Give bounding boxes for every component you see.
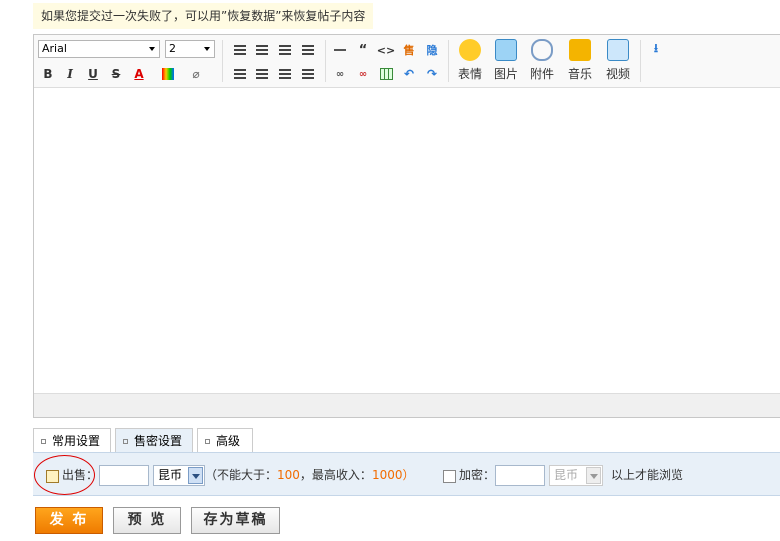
table-button[interactable]	[378, 66, 394, 82]
encrypt-checkbox[interactable]	[443, 470, 456, 483]
font-color-button[interactable]: A	[131, 66, 147, 82]
bullet-icon	[123, 439, 128, 444]
strikethrough-button[interactable]: S	[108, 66, 124, 82]
video-label: 视频	[605, 67, 630, 81]
emoji-label: 表情	[457, 67, 482, 81]
ordered-list-icon	[234, 69, 246, 79]
highlight-circle	[34, 455, 95, 495]
redo-button[interactable]: ↷	[424, 66, 440, 82]
align-left-button[interactable]	[232, 42, 248, 58]
palette-icon	[162, 68, 174, 80]
image-label: 图片	[493, 67, 518, 81]
unlink-button[interactable]: ∞	[355, 66, 371, 82]
video-button[interactable]: 视频	[602, 39, 634, 83]
sell-limit-hint: （不能大于：100，最高收入：1000）	[205, 467, 415, 483]
editor-content-area[interactable]	[34, 89, 780, 393]
align-right-icon	[279, 45, 291, 55]
tab-label: 常用设置	[52, 434, 101, 448]
toolbar-divider	[640, 40, 641, 82]
free-content-button[interactable]: 售	[401, 42, 417, 58]
align-center-icon	[256, 45, 268, 55]
restore-notice: 如果您提交过一次失败了，可以用”恢复数据”来恢复帖子内容	[33, 3, 374, 29]
save-draft-button[interactable]: 存为草稿	[191, 507, 280, 534]
chevron-down-icon	[204, 47, 210, 51]
toolbar-divider	[325, 40, 326, 82]
bullet-icon	[41, 439, 46, 444]
toolbar-divider	[222, 40, 223, 82]
tab-common-settings[interactable]: 常用设置	[33, 428, 111, 453]
editor-toolbar: Arial 2 B I U S A ⌀ “ <> 售 隐 ∞ ∞ ↶ ↷ 表情 …	[34, 35, 780, 88]
paperclip-icon	[531, 39, 553, 61]
encrypt-label: 加密：	[459, 468, 496, 482]
download-button[interactable]: ⭳	[648, 41, 664, 57]
hint-prefix: （不能大于：	[205, 468, 278, 482]
image-button[interactable]: 图片	[490, 39, 522, 83]
encrypt-hint: 以上才能浏览	[611, 468, 684, 482]
chevron-down-icon	[149, 47, 155, 51]
encrypt-amount-input[interactable]	[495, 465, 545, 486]
indent-button[interactable]	[277, 66, 293, 82]
align-center-button[interactable]	[254, 42, 270, 58]
bullet-icon	[205, 439, 210, 444]
max-price-value: 100	[277, 468, 300, 482]
encrypt-currency-value: 昆币	[554, 468, 579, 482]
rich-text-editor: Arial 2 B I U S A ⌀ “ <> 售 隐 ∞ ∞ ↶ ↷ 表情 …	[33, 34, 780, 418]
video-icon	[607, 39, 629, 61]
hide-content-button[interactable]: 隐	[424, 42, 440, 58]
clear-format-button[interactable]: ⌀	[188, 66, 204, 82]
attachment-label: 附件	[529, 67, 554, 81]
outdent-button[interactable]	[300, 66, 316, 82]
music-label: 音乐	[567, 67, 592, 81]
font-size-select[interactable]: 2	[165, 40, 215, 58]
outdent-icon	[302, 69, 314, 79]
music-button[interactable]: 音乐	[564, 39, 596, 83]
emoji-button[interactable]: 表情	[454, 39, 486, 83]
sell-currency-select[interactable]: 昆币	[153, 465, 205, 486]
music-note-icon	[569, 39, 591, 61]
preview-button[interactable]: 预 览	[113, 507, 181, 534]
chevron-down-icon	[586, 467, 601, 484]
tab-sell-encrypt-settings[interactable]: 售密设置	[115, 428, 193, 453]
tab-advanced[interactable]: 高级	[197, 428, 253, 453]
max-income-value: 1000	[371, 468, 403, 482]
horizontal-rule-icon	[334, 49, 346, 51]
table-icon	[379, 68, 393, 80]
font-family-select[interactable]: Arial	[38, 40, 160, 58]
smiley-icon	[459, 39, 481, 61]
italic-button[interactable]: I	[62, 66, 78, 82]
chevron-down-icon	[188, 467, 203, 484]
unordered-list-button[interactable]	[254, 66, 270, 82]
bold-button[interactable]: B	[40, 66, 56, 82]
tab-label: 售密设置	[134, 434, 183, 448]
sell-settings-panel: 出售： 昆币 （不能大于：100，最高收入：1000） 加密： 昆币 以上才能浏…	[33, 452, 780, 496]
underline-button[interactable]: U	[85, 66, 101, 82]
indent-icon	[279, 69, 291, 79]
align-right-button[interactable]	[277, 42, 293, 58]
tab-label: 高级	[216, 434, 241, 448]
quote-button[interactable]: “	[355, 42, 371, 58]
font-size-value: 2	[169, 42, 176, 55]
attachment-button[interactable]: 附件	[526, 39, 558, 83]
toolbar-divider	[448, 40, 449, 82]
link-button[interactable]: ∞	[332, 66, 348, 82]
sell-currency-value: 昆币	[158, 468, 183, 482]
image-icon	[495, 39, 517, 61]
publish-button[interactable]: 发 布	[35, 507, 103, 534]
editor-status-bar	[34, 393, 780, 417]
align-left-icon	[234, 45, 246, 55]
background-color-button[interactable]	[160, 66, 176, 82]
encrypt-currency-select[interactable]: 昆币	[549, 465, 603, 486]
horizontal-rule-button[interactable]	[332, 42, 348, 58]
justify-button[interactable]	[300, 42, 316, 58]
code-button[interactable]: <>	[377, 42, 395, 58]
hint-suffix: ）	[402, 468, 415, 482]
hint-middle: ，最高收入：	[299, 468, 372, 482]
unordered-list-icon	[256, 69, 268, 79]
ordered-list-button[interactable]	[232, 66, 248, 82]
font-family-value: Arial	[42, 42, 67, 55]
undo-button[interactable]: ↶	[401, 66, 417, 82]
justify-icon	[302, 45, 314, 55]
sell-price-input[interactable]	[99, 465, 149, 486]
